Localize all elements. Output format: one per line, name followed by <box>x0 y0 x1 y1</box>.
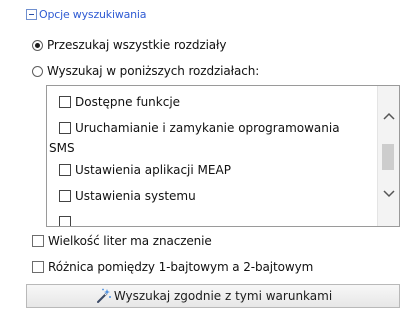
chapters-listbox[interactable]: Dostępne funkcje Uruchamianie i zamykani… <box>46 85 400 227</box>
chapters-list: Dostępne funkcje Uruchamianie i zamykani… <box>47 86 377 226</box>
byte-width-checkbox[interactable]: Różnica pomiędzy 1-bajtowym a 2-bajtowym <box>32 258 313 276</box>
radio-button-icon[interactable] <box>32 65 43 77</box>
radio-search-selected-label: Wyszukaj w poniższych rozdziałach: <box>47 64 260 78</box>
search-button-label: Wyszukaj zgodnie z tymi warunkami <box>113 289 333 303</box>
checkbox-icon[interactable] <box>59 96 71 108</box>
match-case-label: Wielkość liter ma znaczenie <box>48 234 212 248</box>
match-case-checkbox[interactable]: Wielkość liter ma znaczenie <box>32 232 212 250</box>
list-item-label: Ustawienia aplikacji MEAP <box>75 163 231 177</box>
checkbox-icon[interactable] <box>32 261 44 273</box>
checkbox-icon[interactable] <box>59 122 71 134</box>
list-item-partial[interactable] <box>59 212 75 226</box>
scroll-thumb[interactable] <box>382 144 394 170</box>
radio-button-icon[interactable] <box>32 39 43 51</box>
collapse-icon[interactable] <box>26 8 37 20</box>
list-item-label: Uruchamianie i zamykanie oprogramowania <box>75 121 340 135</box>
magic-wand-icon <box>96 288 111 303</box>
radio-search-selected[interactable]: Wyszukaj w poniższych rozdziałach: <box>32 62 259 80</box>
radio-search-all-label: Przeszukaj wszystkie rozdziały <box>47 38 227 52</box>
list-item-label-continuation: SMS <box>49 141 75 155</box>
list-item-label: Dostępne funkcje <box>75 95 181 109</box>
search-options-panel: Opcje wyszukiwania Przeszukaj wszystkie … <box>0 0 403 315</box>
radio-search-all[interactable]: Przeszukaj wszystkie rozdziały <box>32 36 226 54</box>
list-item[interactable]: Dostępne funkcje <box>59 92 180 112</box>
checkbox-icon[interactable] <box>59 164 71 176</box>
byte-width-label: Różnica pomiędzy 1-bajtowym a 2-bajtowym <box>48 260 314 274</box>
checkbox-icon[interactable] <box>59 216 71 226</box>
list-item-label: Ustawienia systemu <box>75 189 196 203</box>
group-title: Opcje wyszukiwania <box>39 7 147 21</box>
checkbox-icon[interactable] <box>59 190 71 202</box>
search-options-group-header[interactable]: Opcje wyszukiwania <box>26 6 147 22</box>
search-with-conditions-button[interactable]: Wyszukaj zgodnie z tymi warunkami <box>26 284 400 308</box>
list-item[interactable]: Ustawienia systemu <box>59 186 196 206</box>
list-item[interactable]: Ustawienia aplikacji MEAP <box>59 160 231 180</box>
scroll-down-arrow-icon[interactable] <box>378 184 399 204</box>
scroll-up-arrow-icon[interactable] <box>378 106 399 126</box>
list-item[interactable]: Uruchamianie i zamykanie oprogramowania <box>59 118 340 138</box>
list-scrollbar[interactable] <box>377 86 399 226</box>
checkbox-icon[interactable] <box>32 235 44 247</box>
